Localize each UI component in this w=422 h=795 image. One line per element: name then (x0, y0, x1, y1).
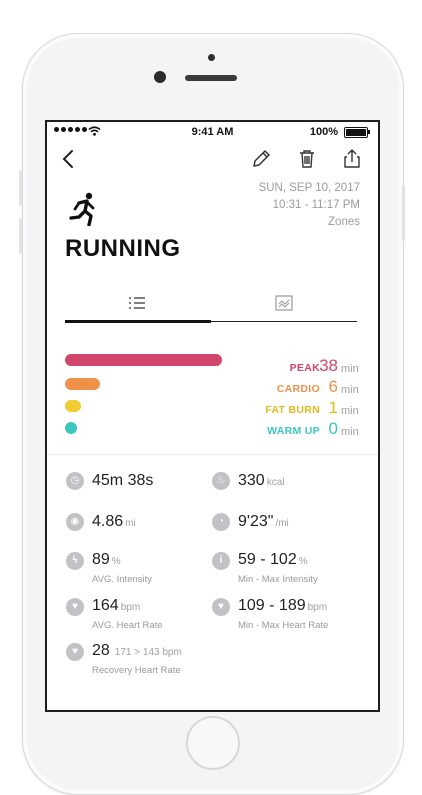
battery-percent: 100% (309, 126, 338, 138)
running-icon (69, 192, 95, 226)
active-tab-indicator (65, 320, 211, 323)
share-icon[interactable] (341, 148, 363, 170)
status-bar: 9:41 AM 100% (47, 122, 378, 142)
zone-value-cardio: 6 (328, 377, 338, 396)
lightning-icon: ϟ (66, 552, 84, 570)
zone-bar-fatburn (65, 400, 81, 412)
section-divider (47, 454, 378, 455)
app-screen: 9:41 AM 100% SUN, SEP 10, 2017 10:31 - 1… (45, 120, 380, 712)
activity-date: SUN, SEP 10, 2017 (258, 182, 360, 194)
avg-heart-rate-value: 164 bpm (92, 597, 141, 614)
chart-view-icon[interactable] (275, 295, 293, 311)
zone-bar-cardio (65, 378, 100, 390)
back-chevron-icon[interactable] (57, 148, 79, 170)
volume-button (19, 170, 22, 206)
activity-title: RUNNING (65, 235, 181, 262)
zone-bar-warmup (65, 422, 77, 434)
duration-value: 45m 38s (92, 472, 154, 489)
front-camera (154, 71, 166, 83)
clock-icon: ◷ (66, 472, 84, 490)
pace-value: 9'23"/mi (238, 513, 289, 530)
heart-range-icon: ♥ (212, 598, 230, 616)
zone-value-fatburn: 1 (328, 398, 338, 417)
avg-intensity-value: 89% (92, 551, 121, 568)
location-pin-icon: ◉ (66, 513, 84, 531)
list-view-icon[interactable] (128, 296, 146, 310)
zone-unit-fatburn: min (341, 405, 359, 417)
trash-icon[interactable] (296, 148, 318, 170)
zone-value-warmup: 0 (328, 419, 338, 438)
minmax-heart-rate-label: Min - Max Heart Rate (238, 620, 329, 631)
power-button (402, 185, 405, 241)
home-button[interactable] (186, 716, 240, 770)
info-icon: i (212, 552, 230, 570)
recovery-heart-rate-value: 28 171 > 143 bpm (92, 642, 182, 659)
minmax-intensity-value: 59 - 102% (238, 551, 308, 568)
front-sensor (208, 54, 215, 61)
recovery-heart-rate-label: Recovery Heart Rate (92, 665, 181, 676)
calories-value: 330 kcal (238, 472, 285, 489)
view-tabs (65, 289, 357, 323)
distance-value: 4.86 mi (92, 513, 136, 530)
activity-datetime: SUN, SEP 10, 2017 10:31 - 11:17 PM Zones (259, 180, 360, 231)
zone-bar-peak (65, 354, 222, 366)
minmax-intensity-label: Min - Max Intensity (238, 574, 318, 585)
avg-heart-rate-label: AVG. Heart Rate (92, 620, 163, 631)
zone-unit-cardio: min (341, 384, 359, 396)
zone-unit-peak: min (341, 363, 359, 375)
zone-value-peak: 38 (319, 356, 338, 375)
speedometer-icon: ◔ (212, 513, 230, 531)
recovery-heart-icon: ♥ (66, 643, 84, 661)
edit-pencil-icon[interactable] (250, 148, 272, 170)
avg-intensity-label: AVG. Intensity (92, 574, 153, 585)
activity-time-range: 10:31 - 11:17 PM (272, 199, 360, 211)
flame-icon: ♨ (212, 472, 230, 490)
zones-link[interactable]: Zones (259, 214, 360, 231)
minmax-heart-rate-value: 109 - 189 bpm (238, 597, 328, 614)
battery-icon (344, 127, 370, 138)
zone-unit-warmup: min (341, 426, 359, 438)
heart-icon: ♥ (66, 598, 84, 616)
volume-button (19, 218, 22, 254)
earpiece-speaker (185, 75, 237, 81)
